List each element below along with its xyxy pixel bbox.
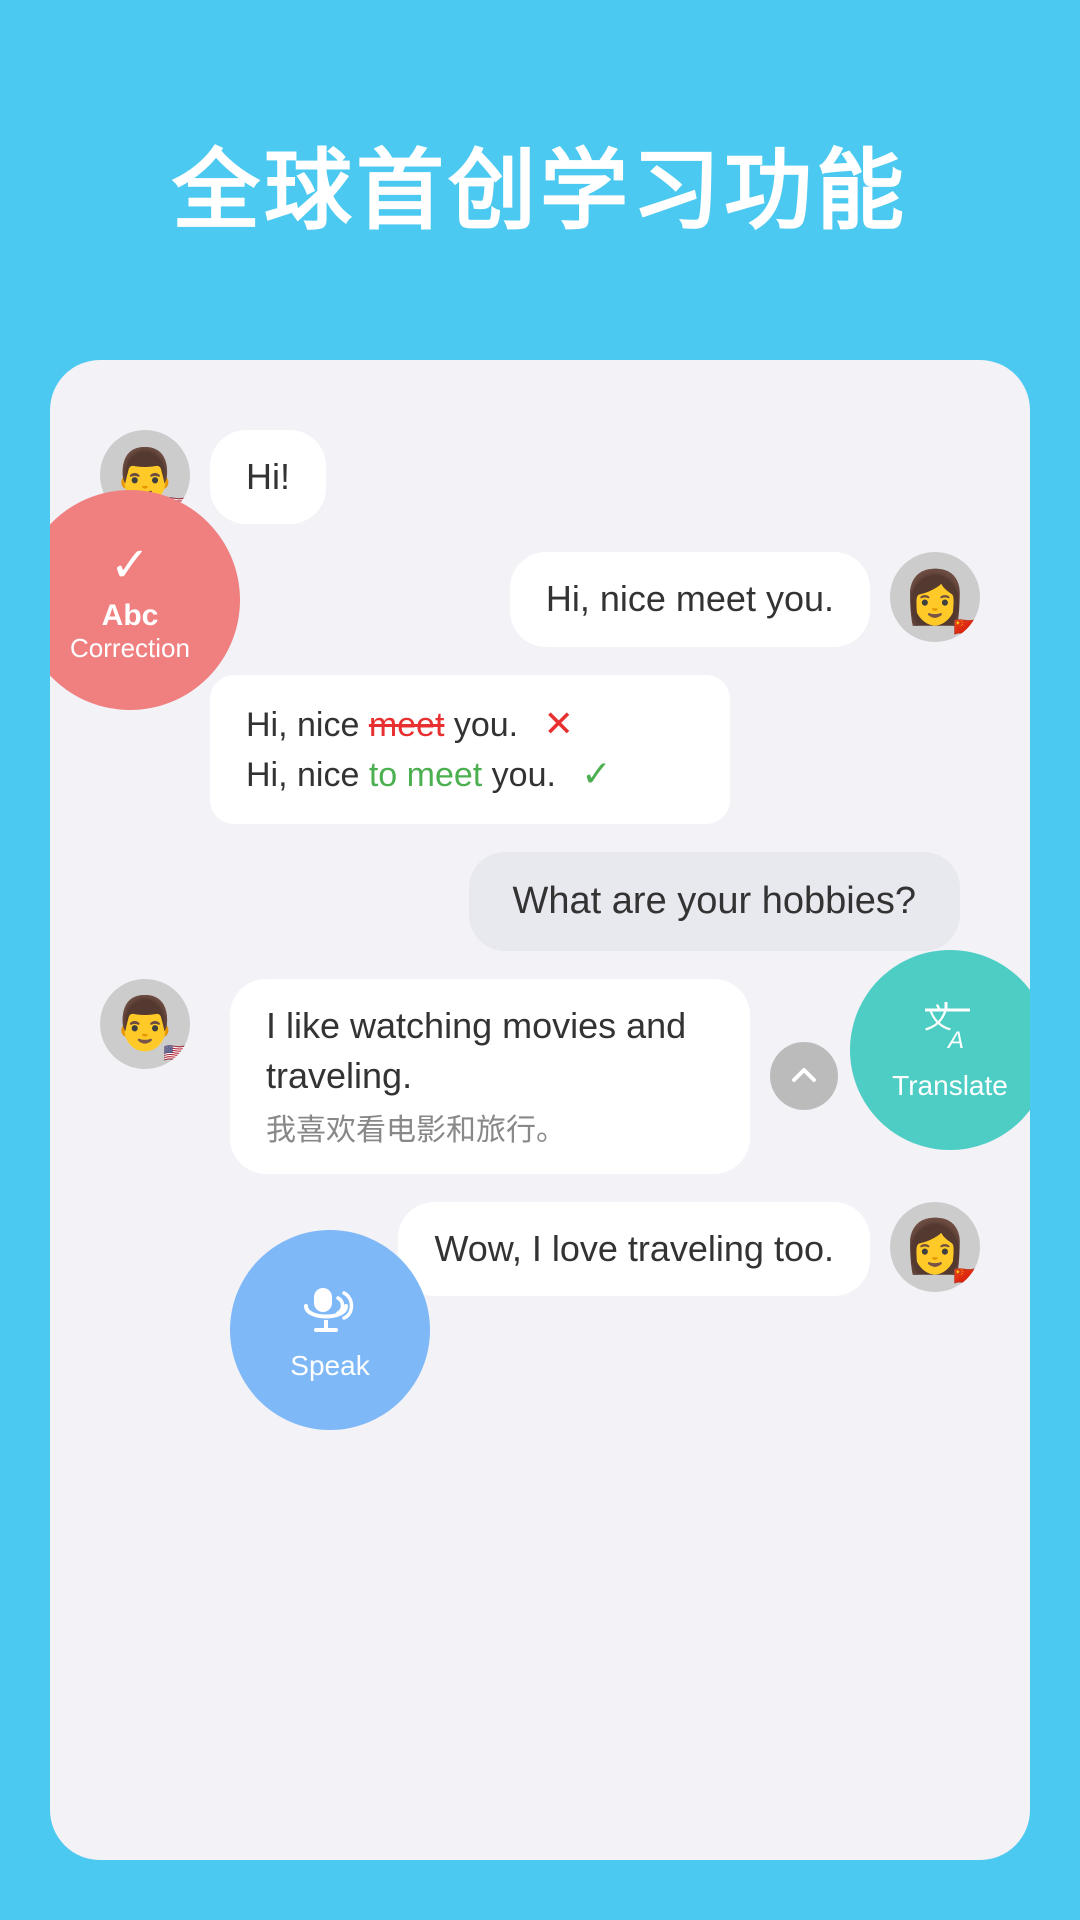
cn-flag-1: 🇨🇳 bbox=[952, 614, 978, 640]
abc-label: Abc bbox=[102, 599, 159, 633]
check-icon: ✓ bbox=[581, 753, 611, 794]
chat-row-hobbies: What are your hobbies? bbox=[100, 852, 960, 951]
bubble-hi: Hi! bbox=[210, 430, 326, 524]
bubble-wow: Wow, I love traveling too. bbox=[398, 1202, 870, 1296]
speak-label: Speak bbox=[290, 1350, 369, 1382]
avatar-female-2: 👩 🇨🇳 bbox=[890, 1202, 980, 1292]
us-flag-2: 🇺🇸 bbox=[162, 1041, 188, 1067]
wrong-word: meet bbox=[369, 706, 445, 744]
page-title: 全球首创学习功能 bbox=[0, 0, 1080, 247]
avatar-male-2: 👨 🇺🇸 bbox=[100, 979, 190, 1069]
speak-bubble[interactable]: Speak bbox=[230, 1230, 430, 1430]
scroll-up-button[interactable] bbox=[770, 1042, 838, 1110]
correction-wrong-line: Hi, nice meet you. ✕ bbox=[246, 699, 694, 750]
x-icon: ✕ bbox=[544, 703, 574, 744]
correction-box: Hi, nice meet you. ✕ Hi, nice to meet yo… bbox=[210, 675, 730, 824]
cn-flag-2: 🇨🇳 bbox=[952, 1264, 978, 1290]
correction-row: Hi, nice meet you. ✕ Hi, nice to meet yo… bbox=[210, 675, 980, 824]
speak-icon bbox=[300, 1278, 360, 1346]
bubble-hobbies: What are your hobbies? bbox=[469, 852, 960, 951]
translate-label: Translate bbox=[892, 1070, 1008, 1102]
checkmark-icon: ✓ bbox=[110, 537, 150, 593]
chat-card: ✓ Abc Correction 文 A Translate bbox=[50, 360, 1030, 1860]
correction-correct-line: Hi, nice to meet you. ✓ bbox=[246, 749, 694, 800]
correction-label: Correction bbox=[70, 633, 190, 664]
bubble-meet: Hi, nice meet you. bbox=[510, 552, 870, 646]
avatar-female-1: 👩 🇨🇳 bbox=[890, 552, 980, 642]
correct-word: to meet bbox=[369, 756, 482, 794]
chat-row-hi: 👨 🇺🇸 Hi! bbox=[100, 430, 980, 524]
chat-row-wow: 👩 🇨🇳 Wow, I love traveling too. bbox=[100, 1202, 980, 1296]
translation-text: 我喜欢看电影和旅行。 bbox=[266, 1110, 714, 1152]
svg-text:A: A bbox=[946, 1027, 964, 1053]
translate-icon: 文 A bbox=[920, 998, 980, 1066]
chat-row-movies: 👨 🇺🇸 I like watching movies and travelin… bbox=[100, 979, 980, 1174]
bubble-movies: I like watching movies and traveling. 我喜… bbox=[230, 979, 750, 1174]
